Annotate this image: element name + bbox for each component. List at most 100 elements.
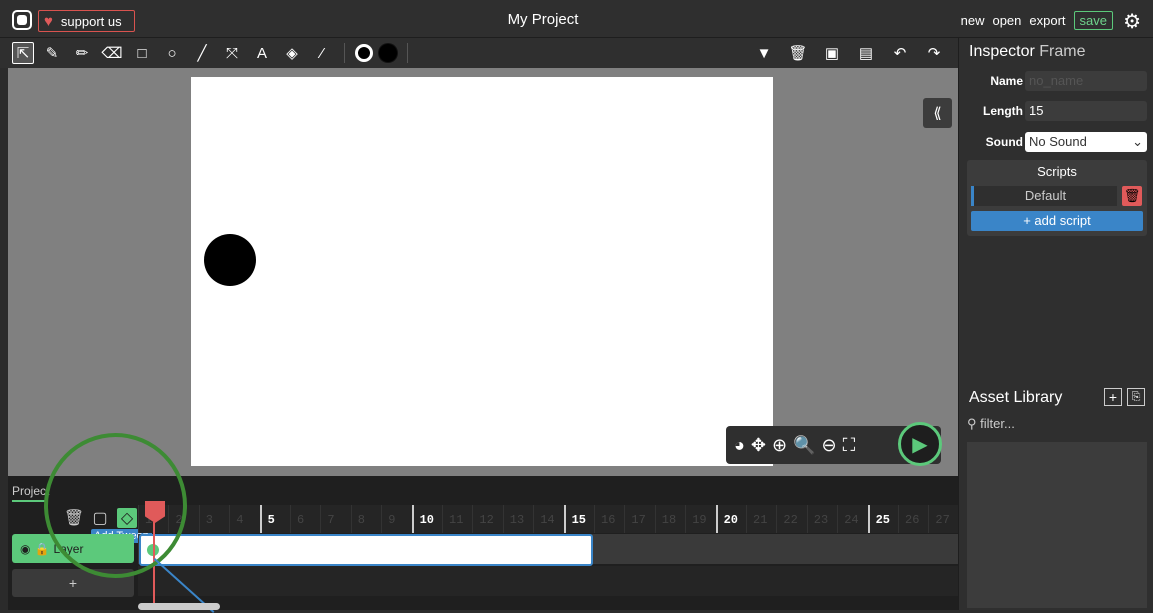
frame-number-11[interactable]: 11: [442, 505, 472, 533]
inspector-panel: Inspector Frame Name no_name Length 15 S…: [958, 38, 1153, 380]
brush-icon[interactable]: ✎: [40, 41, 64, 65]
zoom-in-icon[interactable]: ⊕: [772, 435, 787, 456]
pencil-icon[interactable]: ✏: [70, 41, 94, 65]
eyedropper-icon[interactable]: ⁄: [310, 41, 334, 65]
frame-number-15[interactable]: 15: [563, 505, 594, 533]
frame-number-25[interactable]: 25: [867, 505, 898, 533]
frame-number-8[interactable]: 8: [350, 505, 381, 533]
onion-skin-icon[interactable]: ◕: [734, 435, 745, 456]
new-button[interactable]: new: [961, 13, 985, 28]
inspector-heading: Inspector: [969, 43, 1035, 60]
delete-icon[interactable]: 🗑: [786, 41, 810, 65]
open-button[interactable]: open: [992, 13, 1021, 28]
length-label: Length: [983, 104, 1023, 118]
zoom-icon[interactable]: 🔍: [793, 435, 815, 456]
pan-icon[interactable]: ✥: [751, 435, 766, 456]
highlight-ring: [44, 433, 187, 578]
frame-number-27[interactable]: 27: [928, 505, 958, 533]
frame-number-23[interactable]: 23: [806, 505, 837, 533]
frame-number-21[interactable]: 21: [746, 505, 776, 533]
frame-number-6[interactable]: 6: [290, 505, 320, 533]
divider: [407, 43, 408, 63]
undo-icon[interactable]: ↶: [888, 41, 912, 65]
frame-number-16[interactable]: 16: [594, 505, 624, 533]
frame-number-5[interactable]: 5: [259, 505, 290, 533]
export-asset-icon[interactable]: ⎘: [1127, 388, 1145, 406]
name-label: Name: [990, 74, 1023, 88]
file-actions: new open export save: [961, 11, 1113, 30]
frame-ruler[interactable]: 1 2 3 4 5 6 7 8 9 10 11 12 13 14 15 16 17 18 19 20 21 22 23 24 2…: [138, 505, 958, 533]
fill-color-swatch[interactable]: [355, 44, 373, 62]
fill-icon[interactable]: ◈: [280, 41, 304, 65]
scripts-title: Scripts: [1037, 164, 1077, 179]
asset-library-panel: Asset Library + ⎘ ⚲ filter...: [958, 380, 1153, 610]
fit-icon[interactable]: ⛶: [843, 435, 856, 456]
length-field[interactable]: 15: [1025, 101, 1147, 121]
sound-select[interactable]: No Sound ⌄: [1025, 132, 1147, 152]
copy-icon[interactable]: ▣: [820, 41, 844, 65]
black-circle-object[interactable]: [204, 234, 256, 286]
asset-filter-input[interactable]: ⚲ filter...: [967, 416, 1147, 440]
frame-number-20[interactable]: 20: [715, 505, 746, 533]
frame-number-26[interactable]: 26: [898, 505, 928, 533]
search-icon: ⚲: [967, 416, 977, 431]
name-field[interactable]: no_name: [1025, 71, 1147, 91]
frame-number-3[interactable]: 3: [198, 505, 229, 533]
line-icon[interactable]: ╱: [190, 41, 214, 65]
paste-icon[interactable]: ▤: [854, 41, 878, 65]
frame-number-13[interactable]: 13: [502, 505, 533, 533]
divider: [344, 43, 345, 63]
edit-tools: ▼ 🗑 ▣ ▤ ↶ ↷: [752, 41, 946, 65]
asset-list[interactable]: [967, 442, 1147, 608]
timeline-scrollbar[interactable]: [138, 603, 220, 610]
add-asset-icon[interactable]: +: [1104, 388, 1122, 406]
inspector-subtitle: Frame: [1039, 43, 1086, 60]
frame-number-14[interactable]: 14: [533, 505, 563, 533]
stroke-color-swatch[interactable]: [379, 44, 397, 62]
dropdown-icon[interactable]: ▼: [752, 41, 776, 65]
redo-icon[interactable]: ↷: [922, 41, 946, 65]
visibility-icon[interactable]: ◉: [20, 542, 30, 556]
frame-number-10[interactable]: 10: [411, 505, 442, 533]
pathcursor-icon[interactable]: ⤧: [220, 41, 244, 65]
frame-number-7[interactable]: 7: [320, 505, 350, 533]
selected-frame-span[interactable]: [139, 534, 593, 566]
rectangle-icon[interactable]: □: [130, 41, 154, 65]
inspector-title: Inspector Frame: [969, 43, 1086, 61]
filter-placeholder: filter...: [980, 416, 1015, 431]
name-placeholder: no_name: [1029, 73, 1084, 88]
eraser-icon[interactable]: ⌫: [100, 41, 124, 65]
frame-number-17[interactable]: 17: [624, 505, 654, 533]
frame-number-12[interactable]: 12: [472, 505, 502, 533]
tool-bar: ⇱ ✎ ✏ ⌫ □ ○ ╱ ⤧ A ◈ ⁄ ▼ 🗑 ▣ ▤ ↶ ↷: [0, 38, 958, 68]
frame-number-22[interactable]: 22: [776, 505, 806, 533]
text-icon[interactable]: A: [250, 41, 274, 65]
tab-underline: [12, 500, 47, 502]
ellipse-icon[interactable]: ○: [160, 41, 184, 65]
chevron-down-icon: ⌄: [1132, 134, 1143, 149]
project-title[interactable]: My Project: [0, 11, 1086, 28]
delete-script-icon[interactable]: 🗑: [1122, 186, 1142, 206]
top-bar: ♥ support us My Project new open export …: [0, 0, 1153, 38]
lock-icon[interactable]: 🔒: [34, 542, 49, 556]
stage-area[interactable]: ⟪ ◕ ✥ ⊕ 🔍 ⊖ ⛶ ▶: [8, 68, 958, 476]
cursor-icon[interactable]: ⇱: [12, 42, 34, 64]
settings-gear-icon[interactable]: ⚙: [1123, 9, 1141, 34]
export-button[interactable]: export: [1029, 13, 1065, 28]
canvas[interactable]: [191, 77, 773, 466]
scripts-section: Scripts Default 🗑 + add script: [967, 160, 1147, 236]
sound-label: Sound: [985, 135, 1023, 149]
add-script-button[interactable]: + add script: [971, 211, 1143, 231]
frame-number-18[interactable]: 18: [654, 505, 685, 533]
script-default-item[interactable]: Default: [971, 186, 1117, 206]
frame-number-19[interactable]: 19: [685, 505, 715, 533]
frame-number-4[interactable]: 4: [229, 505, 259, 533]
collapse-panel-button[interactable]: ⟪: [923, 98, 952, 128]
zoom-out-icon[interactable]: ⊖: [821, 435, 836, 456]
frame-number-24[interactable]: 24: [837, 505, 867, 533]
drawing-tools: ⇱ ✎ ✏ ⌫ □ ○ ╱ ⤧ A ◈ ⁄: [12, 41, 412, 65]
save-button[interactable]: save: [1073, 11, 1113, 30]
frame-number-9[interactable]: 9: [381, 505, 411, 533]
play-icon[interactable]: ▶: [898, 422, 942, 466]
empty-frames[interactable]: [138, 566, 958, 596]
